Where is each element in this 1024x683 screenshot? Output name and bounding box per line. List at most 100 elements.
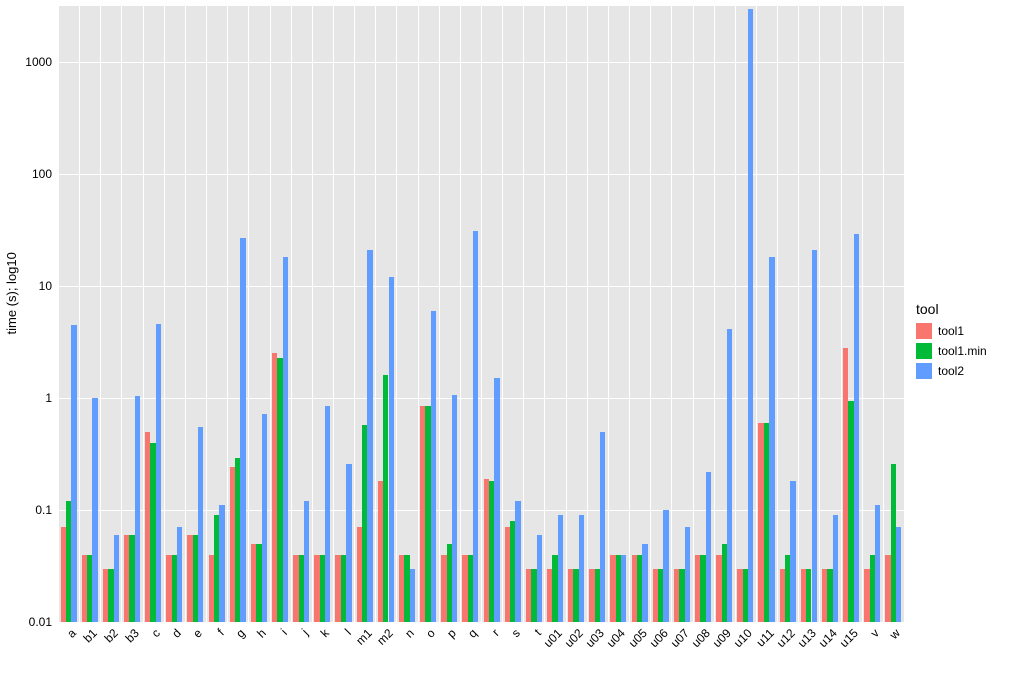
grid-line-x	[206, 6, 207, 622]
y-axis-label: time (s); log10	[4, 252, 19, 334]
bar	[114, 535, 119, 622]
grid-line-x	[143, 6, 144, 622]
x-tick-label: u01	[555, 626, 565, 636]
x-tick-label: c	[153, 626, 163, 636]
grid-line-x	[777, 6, 778, 622]
x-tick-label: b2	[111, 626, 121, 636]
bar	[325, 406, 330, 622]
x-tick-label: g	[238, 626, 248, 636]
grid-line-x	[883, 6, 884, 622]
x-tick-label: j	[301, 626, 311, 636]
grid-line-x	[798, 6, 799, 622]
grid-line-y	[58, 622, 904, 623]
bar	[262, 414, 267, 622]
x-tick-label: u15	[851, 626, 861, 636]
x-tick-label: r	[492, 626, 502, 636]
bar	[579, 515, 584, 622]
x-tick-label: u06	[661, 626, 671, 636]
bar	[685, 527, 690, 622]
grid-line-x	[862, 6, 863, 622]
bar	[410, 569, 415, 622]
grid-line-x	[544, 6, 545, 622]
bar	[621, 555, 626, 622]
grid-line-x	[523, 6, 524, 622]
legend-item: tool2	[916, 363, 1016, 379]
grid-line-x	[270, 6, 271, 622]
y-tick-label: 0.1	[35, 503, 52, 517]
grid-line-x	[312, 6, 313, 622]
x-tick-label: t	[534, 626, 544, 636]
x-tick-label: v	[872, 626, 882, 636]
x-tick-label: a	[69, 626, 79, 636]
bar	[727, 329, 732, 622]
grid-line-x	[79, 6, 80, 622]
bar	[515, 501, 520, 622]
x-tick-label: u05	[640, 626, 650, 636]
x-tick-label: p	[449, 626, 459, 636]
x-tick-label: s	[513, 626, 523, 636]
bar	[346, 464, 351, 622]
bar	[537, 535, 542, 622]
grid-line-x	[481, 6, 482, 622]
x-tick-label: m2	[386, 626, 396, 636]
grid-line-x	[185, 6, 186, 622]
y-tick-label: 10	[39, 279, 52, 293]
legend-title: tool	[916, 301, 1016, 317]
y-tick-label: 0.01	[29, 615, 52, 629]
bar	[71, 325, 76, 622]
x-tick-label: d	[174, 626, 184, 636]
x-tick-label: m1	[365, 626, 375, 636]
grid-line-x	[566, 6, 567, 622]
grid-line-x	[756, 6, 757, 622]
x-tick-label: h	[259, 626, 269, 636]
bar	[389, 277, 394, 622]
legend-swatch	[916, 343, 932, 359]
bar	[896, 527, 901, 622]
bar	[812, 250, 817, 622]
bar	[473, 231, 478, 622]
x-tick-label: u03	[597, 626, 607, 636]
grid-line-x	[100, 6, 101, 622]
bar	[642, 544, 647, 622]
x-tick-label: u11	[767, 626, 777, 636]
legend-label: tool2	[938, 364, 964, 378]
x-tick-label: k	[322, 626, 332, 636]
legend-item: tool1	[916, 323, 1016, 339]
y-tick-label: 100	[32, 167, 52, 181]
x-tick-label: w	[893, 626, 903, 636]
grid-line-x	[714, 6, 715, 622]
grid-line-x	[227, 6, 228, 622]
bar	[769, 257, 774, 622]
bar	[558, 515, 563, 622]
x-tick-label: q	[470, 626, 480, 636]
y-tick-label: 1000	[25, 55, 52, 69]
grid-line-x	[375, 6, 376, 622]
bar	[875, 505, 880, 622]
bar	[790, 481, 795, 622]
bar	[135, 396, 140, 622]
bar	[494, 378, 499, 622]
grid-line-x	[671, 6, 672, 622]
bar	[600, 432, 605, 622]
grid-line-x	[291, 6, 292, 622]
bar	[663, 510, 668, 622]
bar	[92, 398, 97, 622]
x-tick-label: u02	[576, 626, 586, 636]
x-tick-label: f	[217, 626, 227, 636]
x-tick-label: u10	[745, 626, 755, 636]
bar	[177, 527, 182, 622]
grid-line-x	[608, 6, 609, 622]
grid-line-x	[396, 6, 397, 622]
grid-line-x	[650, 6, 651, 622]
grid-line-x	[418, 6, 419, 622]
x-tick-label: u12	[788, 626, 798, 636]
grid-line-x	[693, 6, 694, 622]
chart-container: time (s); log10 0.010.11101001000ab1b2b3…	[0, 0, 1024, 683]
bar	[367, 250, 372, 622]
bar	[240, 238, 245, 622]
x-tick-label: u07	[682, 626, 692, 636]
x-tick-label: e	[195, 626, 205, 636]
x-tick-label: b1	[90, 626, 100, 636]
grid-line-x	[439, 6, 440, 622]
plot-panel: 0.010.11101001000ab1b2b3cdefghijklm1m2no…	[58, 6, 904, 622]
